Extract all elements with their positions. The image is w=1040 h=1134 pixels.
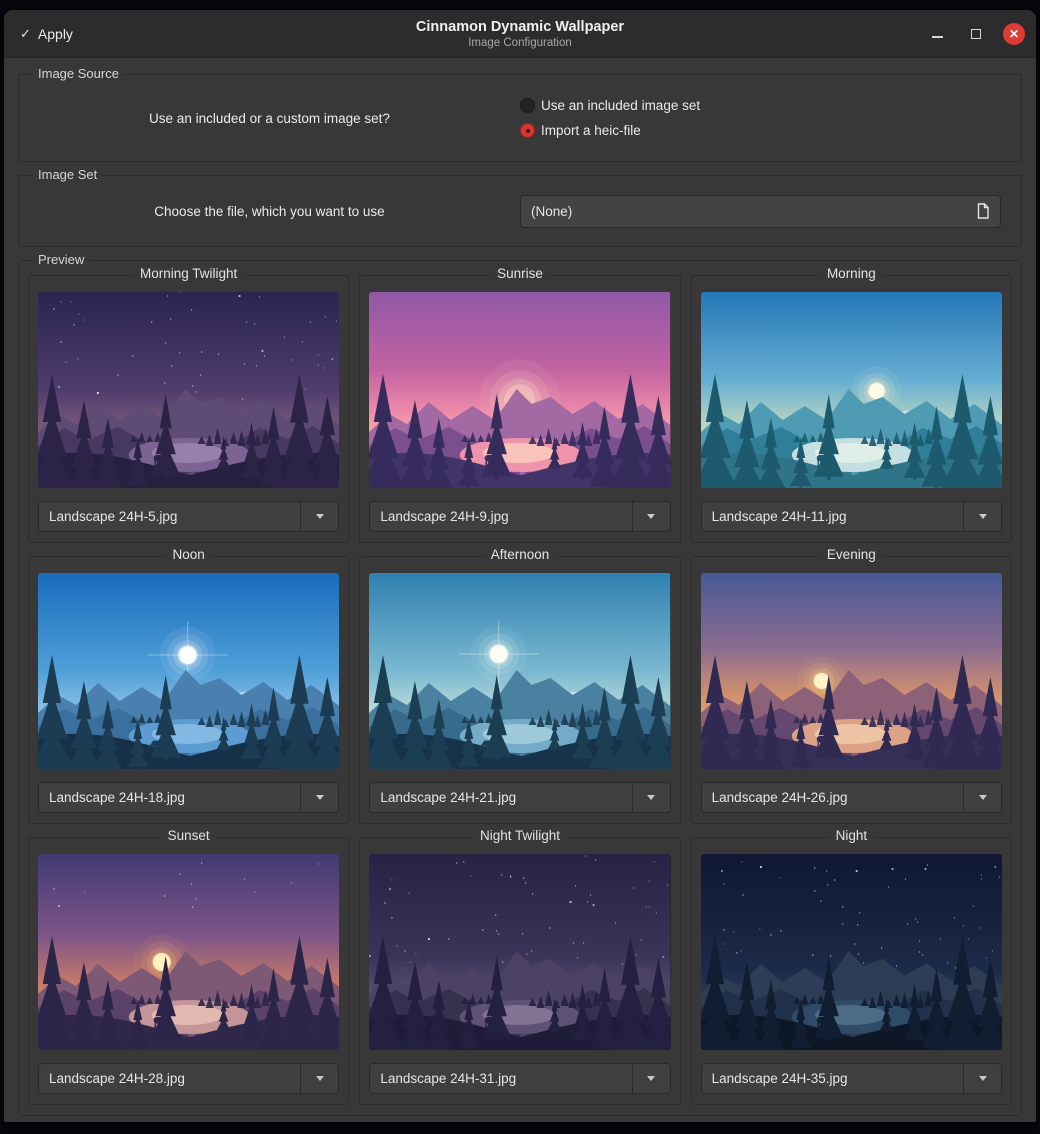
preview-card: Evening Landscape 24H-26.jpg bbox=[691, 556, 1012, 824]
radio-label: Import a heic-file bbox=[541, 123, 641, 138]
combo-dropdown-button[interactable] bbox=[632, 1064, 670, 1093]
combo-dropdown-button[interactable] bbox=[632, 502, 670, 531]
wallpaper-thumbnail bbox=[38, 292, 339, 488]
wallpaper-thumbnail bbox=[38, 854, 339, 1050]
close-icon: ✕ bbox=[1009, 28, 1019, 40]
radio-icon bbox=[520, 123, 535, 138]
chevron-down-icon bbox=[316, 1076, 324, 1081]
apply-button[interactable]: ✓ Apply bbox=[20, 26, 73, 42]
image-select-combo[interactable]: Landscape 24H-18.jpg bbox=[38, 782, 339, 813]
chevron-down-icon bbox=[647, 514, 655, 519]
wallpaper-thumbnail bbox=[701, 573, 1002, 769]
combo-value: Landscape 24H-28.jpg bbox=[39, 1064, 300, 1093]
chevron-down-icon bbox=[647, 795, 655, 800]
preview-card-title: Sunrise bbox=[490, 266, 550, 281]
combo-value: Landscape 24H-18.jpg bbox=[39, 783, 300, 812]
image-select-combo[interactable]: Landscape 24H-35.jpg bbox=[701, 1063, 1002, 1094]
preview-grid: Morning Twilight Landscape 24H-5.jpg Sun… bbox=[19, 261, 1021, 1115]
minimize-icon bbox=[932, 36, 943, 38]
window-subtitle: Image Configuration bbox=[468, 37, 572, 49]
apply-label: Apply bbox=[38, 26, 73, 42]
image-source-options: Use an included image set Import a heic-… bbox=[520, 83, 1021, 153]
radio-label: Use an included image set bbox=[541, 98, 700, 113]
preview-card-title: Night Twilight bbox=[473, 828, 567, 843]
window-title-stack: Cinnamon Dynamic Wallpaper Image Configu… bbox=[4, 10, 1036, 57]
image-source-frame: Image Source Use an included or a custom… bbox=[18, 74, 1022, 162]
chevron-down-icon bbox=[979, 795, 987, 800]
preview-card: Afternoon Landscape 24H-21.jpg bbox=[359, 556, 680, 824]
image-select-combo[interactable]: Landscape 24H-11.jpg bbox=[701, 501, 1002, 532]
wallpaper-thumbnail bbox=[369, 573, 670, 769]
chevron-down-icon bbox=[316, 795, 324, 800]
combo-dropdown-button[interactable] bbox=[300, 783, 338, 812]
chevron-down-icon bbox=[979, 514, 987, 519]
file-prompt: Choose the file, which you want to use bbox=[19, 204, 520, 219]
preview-card-title: Noon bbox=[166, 547, 212, 562]
combo-value: Landscape 24H-26.jpg bbox=[702, 783, 963, 812]
combo-dropdown-button[interactable] bbox=[963, 1064, 1001, 1093]
preview-card: Sunset Landscape 24H-28.jpg bbox=[28, 837, 349, 1105]
chevron-down-icon bbox=[647, 1076, 655, 1081]
combo-value: Landscape 24H-5.jpg bbox=[39, 502, 300, 531]
preview-card-title: Morning bbox=[820, 266, 883, 281]
radio-icon bbox=[520, 98, 535, 113]
combo-value: Landscape 24H-35.jpg bbox=[702, 1064, 963, 1093]
titlebar: ✓ Apply Cinnamon Dynamic Wallpaper Image… bbox=[4, 10, 1036, 58]
file-chooser-button[interactable]: (None) bbox=[520, 195, 1001, 228]
close-button[interactable]: ✕ bbox=[1003, 23, 1025, 45]
preview-card: Night Twilight Landscape 24H-31.jpg bbox=[359, 837, 680, 1105]
preview-card-title: Evening bbox=[820, 547, 883, 562]
combo-dropdown-button[interactable] bbox=[300, 1064, 338, 1093]
combo-dropdown-button[interactable] bbox=[963, 502, 1001, 531]
image-set-frame-label: Image Set bbox=[33, 167, 102, 182]
preview-card-title: Morning Twilight bbox=[133, 266, 244, 281]
preview-card: Night Landscape 24H-35.jpg bbox=[691, 837, 1012, 1105]
image-select-combo[interactable]: Landscape 24H-31.jpg bbox=[369, 1063, 670, 1094]
minimize-button[interactable] bbox=[925, 22, 949, 46]
combo-value: Landscape 24H-21.jpg bbox=[370, 783, 631, 812]
combo-value: Landscape 24H-9.jpg bbox=[370, 502, 631, 531]
app-window: ✓ Apply Cinnamon Dynamic Wallpaper Image… bbox=[4, 10, 1036, 1122]
combo-dropdown-button[interactable] bbox=[963, 783, 1001, 812]
window-title: Cinnamon Dynamic Wallpaper bbox=[416, 19, 624, 35]
image-select-combo[interactable]: Landscape 24H-21.jpg bbox=[369, 782, 670, 813]
radio-included-image-set[interactable]: Use an included image set bbox=[520, 98, 1021, 113]
image-select-combo[interactable]: Landscape 24H-9.jpg bbox=[369, 501, 670, 532]
wallpaper-thumbnail bbox=[369, 292, 670, 488]
image-select-combo[interactable]: Landscape 24H-5.jpg bbox=[38, 501, 339, 532]
file-icon bbox=[976, 203, 990, 219]
combo-value: Landscape 24H-31.jpg bbox=[370, 1064, 631, 1093]
preview-frame: Preview Morning Twilight Landscape 24H-5… bbox=[18, 260, 1022, 1116]
window-content: Image Source Use an included or a custom… bbox=[4, 58, 1036, 1116]
preview-card: Morning Landscape 24H-11.jpg bbox=[691, 275, 1012, 543]
chevron-down-icon bbox=[316, 514, 324, 519]
preview-card: Morning Twilight Landscape 24H-5.jpg bbox=[28, 275, 349, 543]
preview-card-title: Afternoon bbox=[484, 547, 557, 562]
chevron-down-icon bbox=[979, 1076, 987, 1081]
radio-import-heic-file[interactable]: Import a heic-file bbox=[520, 123, 1021, 138]
image-select-combo[interactable]: Landscape 24H-28.jpg bbox=[38, 1063, 339, 1094]
image-select-combo[interactable]: Landscape 24H-26.jpg bbox=[701, 782, 1002, 813]
wallpaper-thumbnail bbox=[701, 292, 1002, 488]
combo-value: Landscape 24H-11.jpg bbox=[702, 502, 963, 531]
maximize-button[interactable] bbox=[964, 22, 988, 46]
combo-dropdown-button[interactable] bbox=[632, 783, 670, 812]
preview-card-title: Sunset bbox=[161, 828, 217, 843]
combo-dropdown-button[interactable] bbox=[300, 502, 338, 531]
window-controls: ✕ bbox=[925, 22, 1025, 46]
preview-card-title: Night bbox=[829, 828, 875, 843]
image-source-question: Use an included or a custom image set? bbox=[19, 111, 520, 126]
preview-frame-label: Preview bbox=[33, 252, 89, 267]
preview-card: Noon Landscape 24H-18.jpg bbox=[28, 556, 349, 824]
image-set-frame: Image Set Choose the file, which you wan… bbox=[18, 175, 1022, 247]
preview-card: Sunrise Landscape 24H-9.jpg bbox=[359, 275, 680, 543]
check-icon: ✓ bbox=[20, 26, 31, 42]
wallpaper-thumbnail bbox=[369, 854, 670, 1050]
file-chooser-value: (None) bbox=[531, 204, 572, 219]
maximize-icon bbox=[971, 29, 981, 39]
wallpaper-thumbnail bbox=[701, 854, 1002, 1050]
image-source-frame-label: Image Source bbox=[33, 66, 124, 81]
wallpaper-thumbnail bbox=[38, 573, 339, 769]
